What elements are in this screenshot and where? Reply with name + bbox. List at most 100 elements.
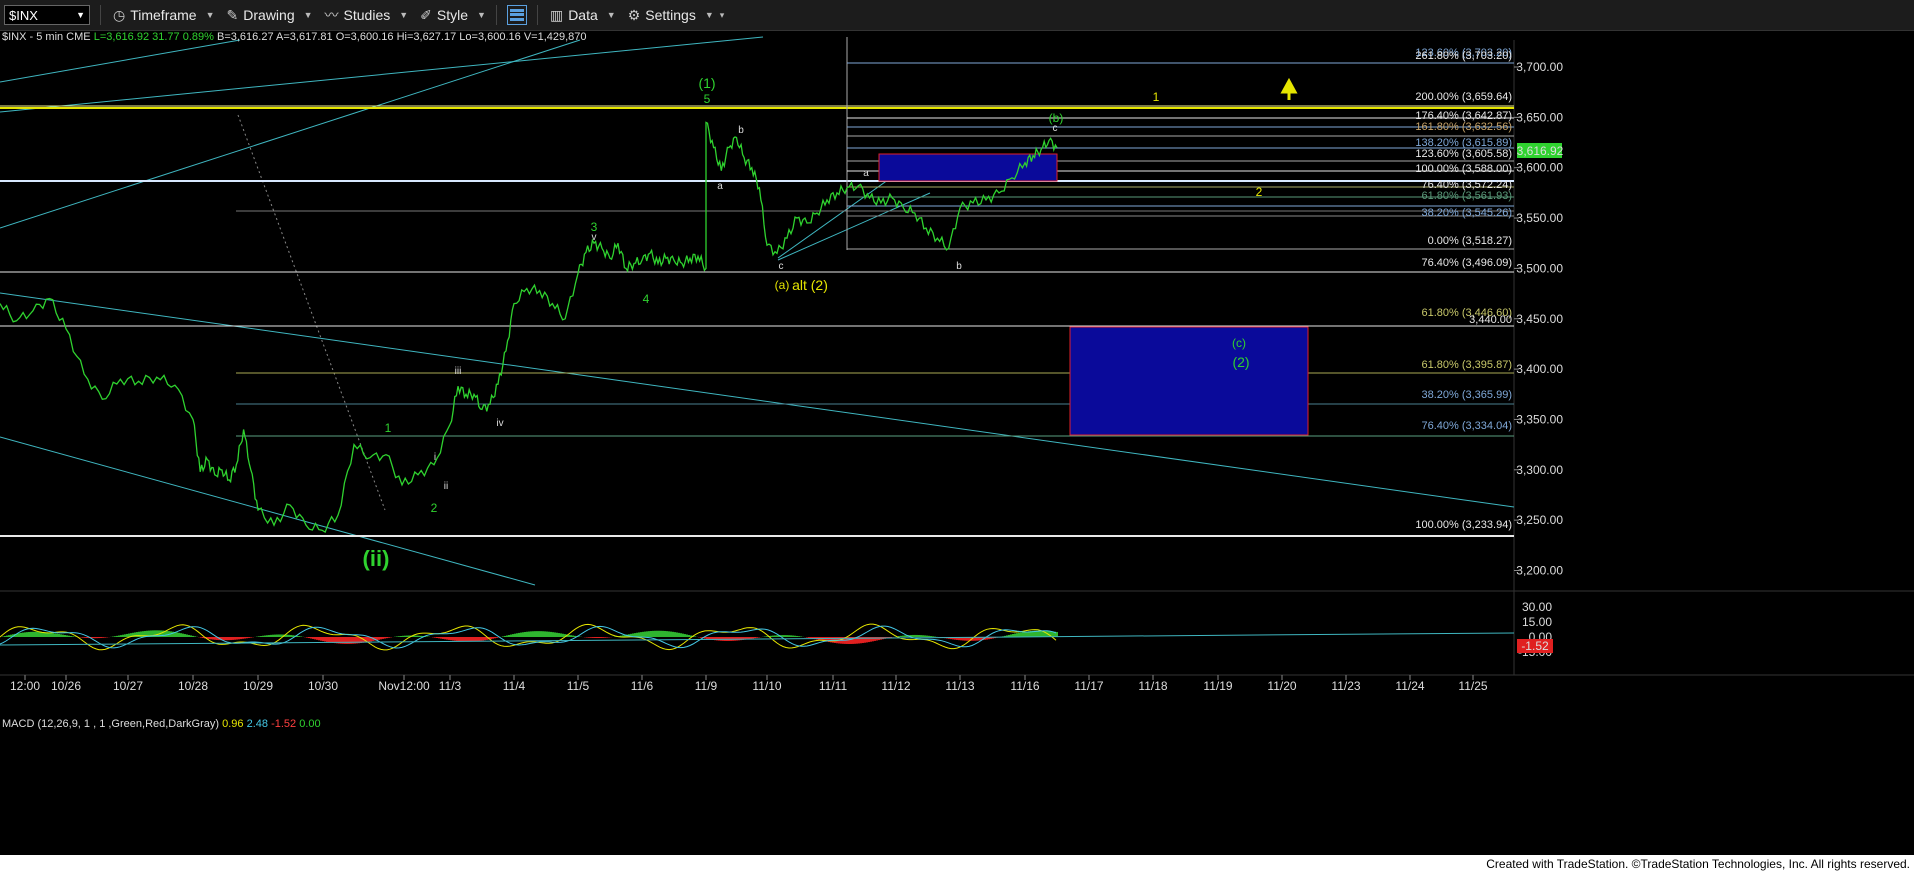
macd-panel — [0, 593, 1514, 673]
time-tick-label: 11/4 — [503, 679, 526, 693]
macd-histogram-bar — [916, 634, 918, 637]
macd-tick-label: 15.00 — [1522, 615, 1552, 629]
macd-histogram-bar — [660, 630, 662, 637]
fib-level-label: 76.40% (3,496.09) — [1421, 257, 1512, 269]
info-volume: V=1,429,870 — [523, 31, 587, 43]
macd-histogram-bar — [368, 637, 370, 642]
macd-histogram-bar — [700, 637, 702, 638]
macd-histogram-bar — [914, 634, 916, 637]
macd-histogram-bar — [462, 637, 464, 642]
macd-histogram-bar — [268, 635, 270, 637]
macd-histogram-bar — [190, 635, 192, 637]
macd-diff: -1.52 — [271, 718, 297, 730]
macd-histogram-bar — [276, 634, 278, 637]
macd-histogram-bar — [350, 637, 352, 644]
macd-histogram-bar — [520, 632, 522, 637]
macd-histogram-bar — [184, 634, 186, 637]
macd-histogram-bar — [556, 632, 558, 637]
macd-histogram-bar — [116, 635, 118, 637]
fib-level-label: 100.00% (3,233.94) — [1415, 519, 1512, 531]
fib-level-label: 38.20% (3,545.26) — [1421, 207, 1512, 219]
price-panel — [0, 40, 1514, 590]
macd-histogram-bar — [54, 633, 56, 637]
macd-histogram-bar — [244, 637, 246, 639]
symbol-info-bar: $INX - 5 min CME L=3,616.92 31.77 0.89% … — [2, 31, 587, 43]
time-tick-label: 11/18 — [1138, 679, 1167, 693]
macd-histogram-bar — [328, 637, 330, 643]
macd-histogram-bar — [750, 637, 752, 639]
macd-histogram-bar — [270, 634, 272, 637]
wave-label: (1) — [698, 75, 715, 91]
macd-histogram-bar — [314, 637, 316, 640]
macd-histogram-bar — [460, 637, 462, 642]
wave-label: 1 — [1153, 90, 1160, 104]
wave-label: b — [956, 261, 962, 272]
macd-histogram-bar — [798, 636, 800, 637]
last-price-label: 3,616.92 — [1517, 144, 1564, 158]
macd-histogram-bar — [642, 631, 644, 637]
info-last: L=3,616.92 — [93, 31, 150, 43]
macd-histogram-bar — [572, 635, 574, 637]
macd-histogram-bar — [58, 633, 60, 637]
macd-histogram-bar — [558, 633, 560, 637]
macd-histogram-bar — [38, 631, 40, 637]
time-tick-label: 11/9 — [695, 679, 718, 693]
macd-histogram-bar — [442, 637, 444, 639]
macd-histogram-bar — [444, 637, 446, 640]
macd-histogram-bar — [250, 637, 252, 638]
macd-histogram-bar — [240, 637, 242, 640]
macd-histogram-bar — [640, 632, 642, 637]
macd-histogram-bar — [32, 631, 34, 637]
macd-histogram-bar — [658, 630, 660, 637]
macd-histogram-bar — [492, 637, 494, 639]
macd-histogram-bar — [416, 635, 418, 637]
macd-histogram-bar — [528, 631, 530, 637]
macd-histogram-bar — [210, 637, 212, 640]
time-tick-label: 11/3 — [439, 679, 462, 693]
macd-histogram-bar — [118, 635, 120, 637]
macd-histogram-bar — [928, 635, 930, 637]
time-tick-label: 10/30 — [308, 679, 338, 693]
macd-histogram-bar — [434, 637, 436, 638]
wave-label: 4 — [643, 292, 650, 306]
macd-histogram-bar — [790, 635, 792, 637]
macd-histogram-bar — [662, 630, 664, 637]
macd-histogram-bar — [232, 637, 234, 640]
macd-histogram-bar — [560, 633, 562, 637]
macd-histogram-bar — [86, 637, 88, 638]
macd-histogram-bar — [448, 637, 450, 640]
macd-histogram-bar — [606, 637, 608, 638]
macd-histogram-bar — [602, 637, 604, 638]
macd-histogram-bar — [230, 637, 232, 641]
macd-histogram-bar — [324, 637, 326, 642]
wave-label: (2) — [1232, 354, 1249, 370]
macd-histogram-bar — [446, 637, 448, 640]
macd-histogram-bar — [312, 637, 314, 639]
macd-histogram-bar — [648, 631, 650, 637]
price-tick-label: 3,450.00 — [1516, 312, 1563, 326]
macd-histogram-bar — [194, 636, 196, 637]
macd-histogram-bar — [4, 636, 6, 637]
time-tick-label: 10/28 — [178, 679, 208, 693]
macd-histogram-bar — [754, 637, 756, 639]
macd-histogram-bar — [440, 637, 442, 639]
wave-label: a — [717, 181, 723, 192]
macd-histogram-bar — [24, 632, 26, 637]
macd-histogram-bar — [262, 635, 264, 637]
macd-histogram-bar — [664, 630, 666, 637]
macd-histogram-bar — [122, 634, 124, 637]
macd-histogram-bar — [60, 634, 62, 637]
wave-label: ii — [444, 481, 448, 492]
macd-histogram-bar — [26, 632, 28, 637]
macd-histogram-bar — [1018, 632, 1020, 637]
macd-histogram-bar — [316, 637, 318, 640]
macd-histogram-bar — [552, 632, 554, 637]
macd-histogram-bar — [20, 632, 22, 637]
macd-histogram-bar — [18, 633, 20, 637]
macd-histogram-bar — [568, 634, 570, 637]
macd-histogram-bar — [124, 634, 126, 637]
macd-histogram-bar — [98, 637, 100, 639]
fib-level-label: 3,440.00 — [1469, 314, 1512, 326]
macd-last-label: -1.52 — [1521, 639, 1549, 653]
macd-histogram-bar — [598, 637, 600, 639]
